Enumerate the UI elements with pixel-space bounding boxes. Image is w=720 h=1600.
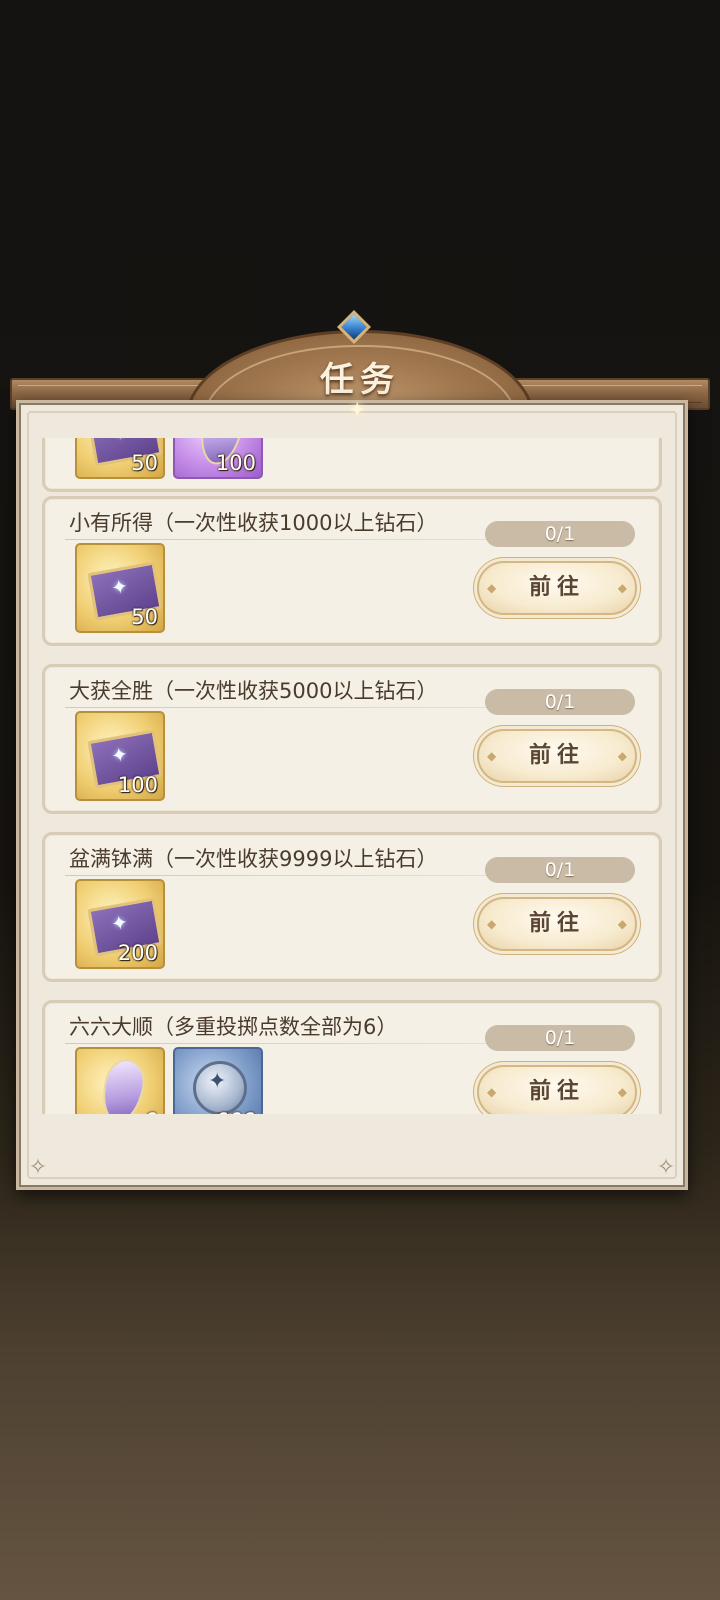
reward-qty: 100	[117, 773, 158, 797]
reward-item[interactable]: 50	[75, 438, 165, 479]
reward-item[interactable]: 666	[173, 1047, 263, 1114]
task-title: 小有所得（一次性收获1000以上钻石）	[69, 511, 438, 535]
reward-qty: 50	[131, 451, 158, 475]
reward-qty: 666	[216, 1109, 256, 1114]
goto-button[interactable]: 前往	[477, 561, 637, 615]
task-title: 大获全胜（一次性收获5000以上钻石）	[69, 679, 438, 703]
corner-ornament-icon: ✧	[28, 1155, 48, 1180]
corner-ornament-icon: ✧	[656, 1155, 676, 1180]
task-card: 大获全胜（一次性收获5000以上钻石） 0/1 100 前往	[42, 664, 662, 814]
progress-badge: 0/1	[485, 1025, 635, 1051]
reward-qty: 200	[117, 941, 158, 965]
page-title: 任务	[320, 360, 400, 400]
coin-icon	[193, 1061, 247, 1114]
task-card: 盆满钵满（一次性收获9999以上钻石） 0/1 200 前往	[42, 832, 662, 982]
reward-item[interactable]: 100	[173, 438, 263, 479]
reward-item[interactable]: 100	[75, 711, 165, 801]
progress-badge: 0/1	[485, 689, 635, 715]
goto-button[interactable]: 前往	[477, 729, 637, 783]
reward-qty: 50	[131, 605, 158, 629]
reward-qty: 6	[145, 1109, 158, 1114]
divider	[65, 1043, 509, 1044]
reward-item[interactable]: 50	[75, 543, 165, 633]
progress-badge: 0/1	[485, 857, 635, 883]
reward-item[interactable]: 200	[75, 879, 165, 969]
task-card: 小有所得（一次性收获1000以上钻石） 0/1 50 前往	[42, 496, 662, 646]
progress-badge: 0/1	[485, 521, 635, 547]
goto-button[interactable]: 前往	[477, 1065, 637, 1114]
divider	[65, 707, 509, 708]
sparkle-icon: ✦	[348, 398, 367, 423]
task-card: 六六大顺（多重投掷点数全部为6） 0/1 6 666 前往	[42, 1000, 662, 1114]
task-list[interactable]: 50 100 小有所得（一次性收获1000以上钻石） 0/1 50 前往 大获全…	[42, 438, 664, 1114]
reward-item[interactable]: 6	[75, 1047, 165, 1114]
task-title: 盆满钵满（一次性收获9999以上钻石）	[69, 847, 438, 871]
reward-qty: 100	[215, 451, 256, 475]
task-title: 六六大顺（多重投掷点数全部为6）	[69, 1015, 398, 1039]
divider	[65, 539, 509, 540]
crystal-icon	[96, 1055, 150, 1114]
divider	[65, 875, 509, 876]
goto-button[interactable]: 前往	[477, 897, 637, 951]
task-card: 50 100	[42, 438, 662, 492]
